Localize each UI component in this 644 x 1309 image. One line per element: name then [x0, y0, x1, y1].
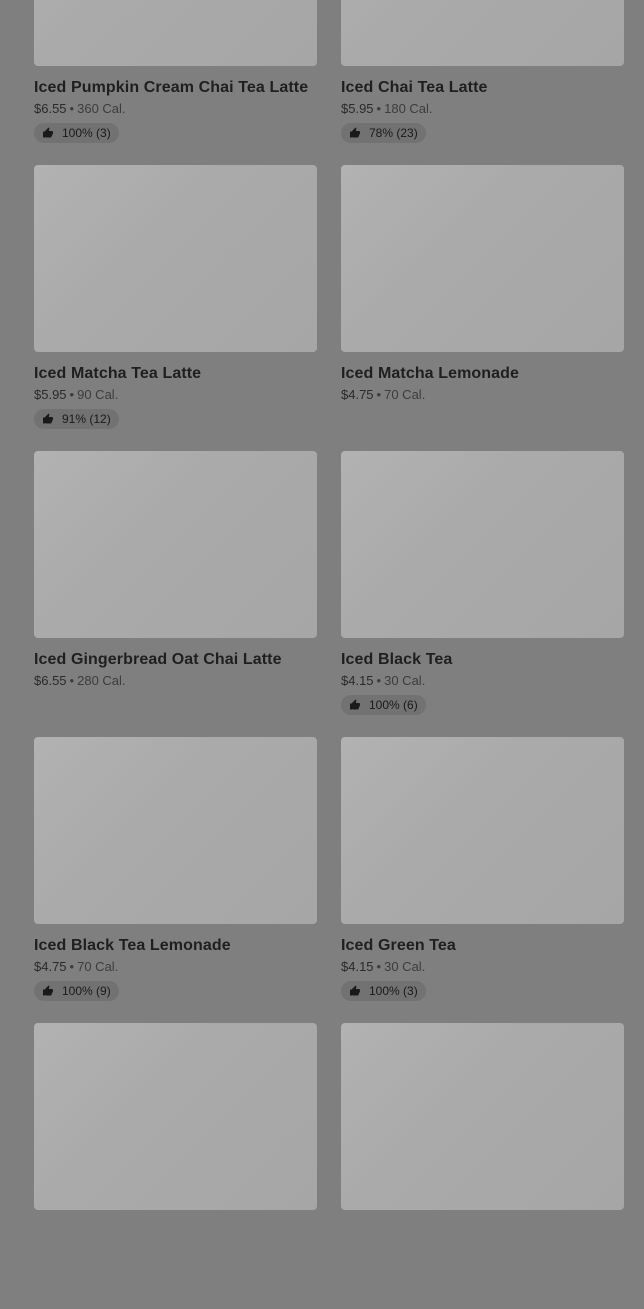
- item-name[interactable]: Iced Black Tea: [341, 650, 624, 669]
- item-price: $4.15: [341, 673, 374, 688]
- item-meta: $4.15 • 30 Cal.: [341, 959, 624, 975]
- item-meta: $6.55 • 360 Cal.: [34, 101, 317, 117]
- item-price: $4.75: [34, 959, 67, 974]
- item-rating-badge: 78% (23): [341, 123, 426, 143]
- item-image[interactable]: [341, 451, 624, 638]
- item-meta: $6.55 • 280 Cal.: [34, 673, 317, 689]
- item-calories: 70 Cal.: [77, 959, 119, 974]
- item-image[interactable]: [34, 451, 317, 638]
- menu-item-card[interactable]: [341, 1023, 624, 1309]
- meta-separator: •: [69, 673, 75, 688]
- item-image[interactable]: [341, 1023, 624, 1210]
- thumbs-up-icon: [42, 985, 54, 997]
- item-rating-badge: 100% (9): [34, 981, 119, 1001]
- item-rating-badge: 91% (12): [34, 409, 119, 429]
- item-name[interactable]: Iced Pumpkin Cream Chai Tea Latte: [34, 78, 317, 97]
- thumbs-up-icon: [42, 127, 54, 139]
- item-meta: $4.75 • 70 Cal.: [341, 387, 624, 403]
- menu-item-card[interactable]: Iced Black Tea Lemonade $4.75 • 70 Cal. 10…: [34, 737, 317, 1023]
- item-price: $4.75: [341, 387, 374, 402]
- item-price: $6.55: [34, 101, 67, 116]
- meta-separator: •: [376, 101, 382, 116]
- item-meta: $5.95 • 90 Cal.: [34, 387, 317, 403]
- thumbs-up-icon: [349, 985, 361, 997]
- item-rating-badge: 100% (3): [341, 981, 426, 1001]
- menu-item-card[interactable]: Iced Gingerbread Oat Chai Latte $6.55 • 28…: [34, 451, 317, 737]
- item-calories: 70 Cal.: [384, 387, 426, 402]
- item-meta: $4.15 • 30 Cal.: [341, 673, 624, 689]
- item-calories: 30 Cal.: [384, 959, 426, 974]
- item-calories: 30 Cal.: [384, 673, 426, 688]
- menu-item-grid: Iced Pumpkin Cream Chai Tea Latte $6.55 •…: [34, 0, 624, 1309]
- rating-text: 100% (6): [369, 698, 418, 712]
- item-name[interactable]: Iced Chai Tea Latte: [341, 78, 624, 97]
- rating-text: 100% (3): [369, 984, 418, 998]
- item-meta: $5.95 • 180 Cal.: [341, 101, 624, 117]
- menu-item-card[interactable]: Iced Chai Tea Latte $5.95 • 180 Cal. 78% (…: [341, 0, 624, 165]
- meta-separator: •: [69, 101, 75, 116]
- item-calories: 180 Cal.: [384, 101, 433, 116]
- item-image[interactable]: [34, 0, 317, 66]
- item-rating-badge: 100% (6): [341, 695, 426, 715]
- item-image[interactable]: [341, 0, 624, 66]
- item-image[interactable]: [34, 737, 317, 924]
- item-name[interactable]: Iced Matcha Tea Latte: [34, 364, 317, 383]
- meta-separator: •: [376, 673, 382, 688]
- item-name[interactable]: Iced Matcha Lemonade: [341, 364, 624, 383]
- menu-item-card[interactable]: [34, 1023, 317, 1309]
- meta-separator: •: [69, 959, 75, 974]
- meta-separator: •: [376, 387, 382, 402]
- menu-item-card[interactable]: Iced Pumpkin Cream Chai Tea Latte $6.55 •…: [34, 0, 317, 165]
- rating-text: 91% (12): [62, 412, 111, 426]
- item-image[interactable]: [341, 737, 624, 924]
- item-price: $5.95: [341, 101, 374, 116]
- menu-item-card[interactable]: Iced Green Tea $4.15 • 30 Cal. 100% (3): [341, 737, 624, 1023]
- item-price: $4.15: [341, 959, 374, 974]
- thumbs-up-icon: [349, 127, 361, 139]
- meta-separator: •: [69, 387, 75, 402]
- rating-text: 100% (9): [62, 984, 111, 998]
- item-calories: 90 Cal.: [77, 387, 119, 402]
- item-calories: 280 Cal.: [77, 673, 126, 688]
- item-price: $6.55: [34, 673, 67, 688]
- item-price: $5.95: [34, 387, 67, 402]
- menu-item-card[interactable]: Iced Matcha Lemonade $4.75 • 70 Cal.: [341, 165, 624, 451]
- rating-text: 78% (23): [369, 126, 418, 140]
- item-image[interactable]: [34, 1023, 317, 1210]
- item-name[interactable]: Iced Gingerbread Oat Chai Latte: [34, 650, 317, 669]
- item-name[interactable]: Iced Green Tea: [341, 936, 624, 955]
- item-name[interactable]: Iced Black Tea Lemonade: [34, 936, 317, 955]
- rating-text: 100% (3): [62, 126, 111, 140]
- menu-item-card[interactable]: Iced Matcha Tea Latte $5.95 • 90 Cal. 91% …: [34, 165, 317, 451]
- item-rating-badge: 100% (3): [34, 123, 119, 143]
- item-image[interactable]: [34, 165, 317, 352]
- item-meta: $4.75 • 70 Cal.: [34, 959, 317, 975]
- meta-separator: •: [376, 959, 382, 974]
- item-image[interactable]: [341, 165, 624, 352]
- thumbs-up-icon: [349, 699, 361, 711]
- thumbs-up-icon: [42, 413, 54, 425]
- item-calories: 360 Cal.: [77, 101, 126, 116]
- menu-item-card[interactable]: Iced Black Tea $4.15 • 30 Cal. 100% (6): [341, 451, 624, 737]
